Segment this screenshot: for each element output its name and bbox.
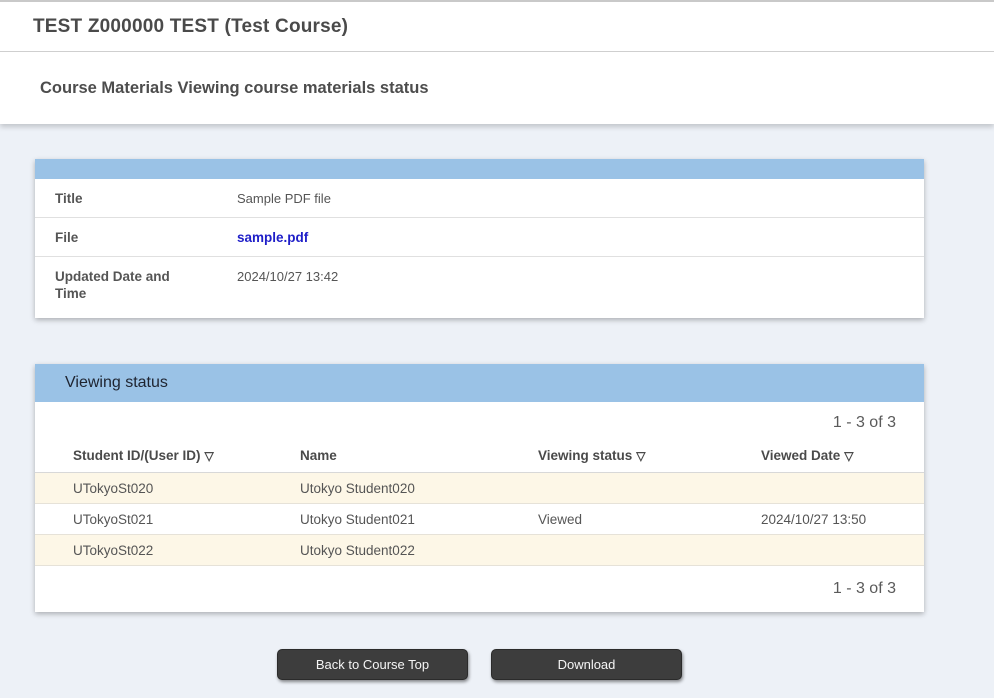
material-detail-card: Title Sample PDF file File sample.pdf Up…: [35, 159, 924, 318]
page-subtitle-bar: Course Materials Viewing course material…: [0, 52, 994, 124]
cell-viewed-date: 2024/10/27 13:50: [723, 504, 924, 535]
column-header-name: Name: [262, 442, 500, 473]
material-title-row: Title Sample PDF file: [35, 179, 924, 218]
viewing-status-table: Student ID/(User ID)▽ Name Viewing statu…: [35, 442, 924, 566]
cell-viewed-date: [723, 535, 924, 566]
cell-student-id: UTokyoSt021: [35, 504, 262, 535]
material-updated-row: Updated Date and Time 2024/10/27 13:42: [35, 257, 924, 318]
viewing-status-card: Viewing status 1 - 3 of 3 Student ID/(Us…: [35, 364, 924, 612]
cell-viewing-status: [500, 473, 723, 504]
cell-viewing-status: [500, 535, 723, 566]
material-card-accent-bar: [35, 159, 924, 179]
column-header-viewed-date: Viewed Date▽: [723, 442, 924, 473]
table-row: UTokyoSt021 Utokyo Student021 Viewed 202…: [35, 504, 924, 535]
download-button[interactable]: Download: [491, 649, 682, 680]
cell-name: Utokyo Student022: [262, 535, 500, 566]
table-row: UTokyoSt022 Utokyo Student022: [35, 535, 924, 566]
page-title: Course Materials Viewing course material…: [40, 79, 429, 98]
column-header-student-id: Student ID/(User ID)▽: [35, 442, 262, 473]
material-title-value: Sample PDF file: [237, 189, 924, 207]
main-content: Title Sample PDF file File sample.pdf Up…: [0, 124, 994, 680]
material-updated-value: 2024/10/27 13:42: [237, 267, 924, 285]
back-to-course-top-button[interactable]: Back to Course Top: [277, 649, 468, 680]
table-row: UTokyoSt020 Utokyo Student020: [35, 473, 924, 504]
viewing-status-header: Viewing status: [35, 364, 924, 402]
action-button-row: Back to Course Top Download: [35, 649, 924, 680]
course-title-bar: TEST Z000000 TEST (Test Course): [0, 2, 994, 52]
material-file-label: File: [35, 228, 237, 246]
table-header-row: Student ID/(User ID)▽ Name Viewing statu…: [35, 442, 924, 473]
column-header-viewing-status: Viewing status▽: [500, 442, 723, 473]
material-title-label: Title: [35, 189, 237, 207]
cell-student-id: UTokyoSt022: [35, 535, 262, 566]
cell-viewing-status: Viewed: [500, 504, 723, 535]
cell-viewed-date: [723, 473, 924, 504]
filter-icon-viewing-status[interactable]: ▽: [636, 449, 645, 463]
material-file-row: File sample.pdf: [35, 218, 924, 257]
course-title: TEST Z000000 TEST (Test Course): [33, 16, 348, 38]
cell-name: Utokyo Student021: [262, 504, 500, 535]
material-file-link[interactable]: sample.pdf: [237, 230, 308, 245]
filter-icon-viewed-date[interactable]: ▽: [844, 449, 853, 463]
pagination-bottom: 1 - 3 of 3: [35, 566, 924, 612]
material-updated-label: Updated Date and Time: [35, 267, 237, 302]
filter-icon-student-id[interactable]: ▽: [205, 449, 214, 463]
page-header: TEST Z000000 TEST (Test Course) Course M…: [0, 0, 994, 124]
cell-name: Utokyo Student020: [262, 473, 500, 504]
pagination-top: 1 - 3 of 3: [35, 402, 924, 442]
viewing-status-title: Viewing status: [65, 374, 168, 392]
cell-student-id: UTokyoSt020: [35, 473, 262, 504]
